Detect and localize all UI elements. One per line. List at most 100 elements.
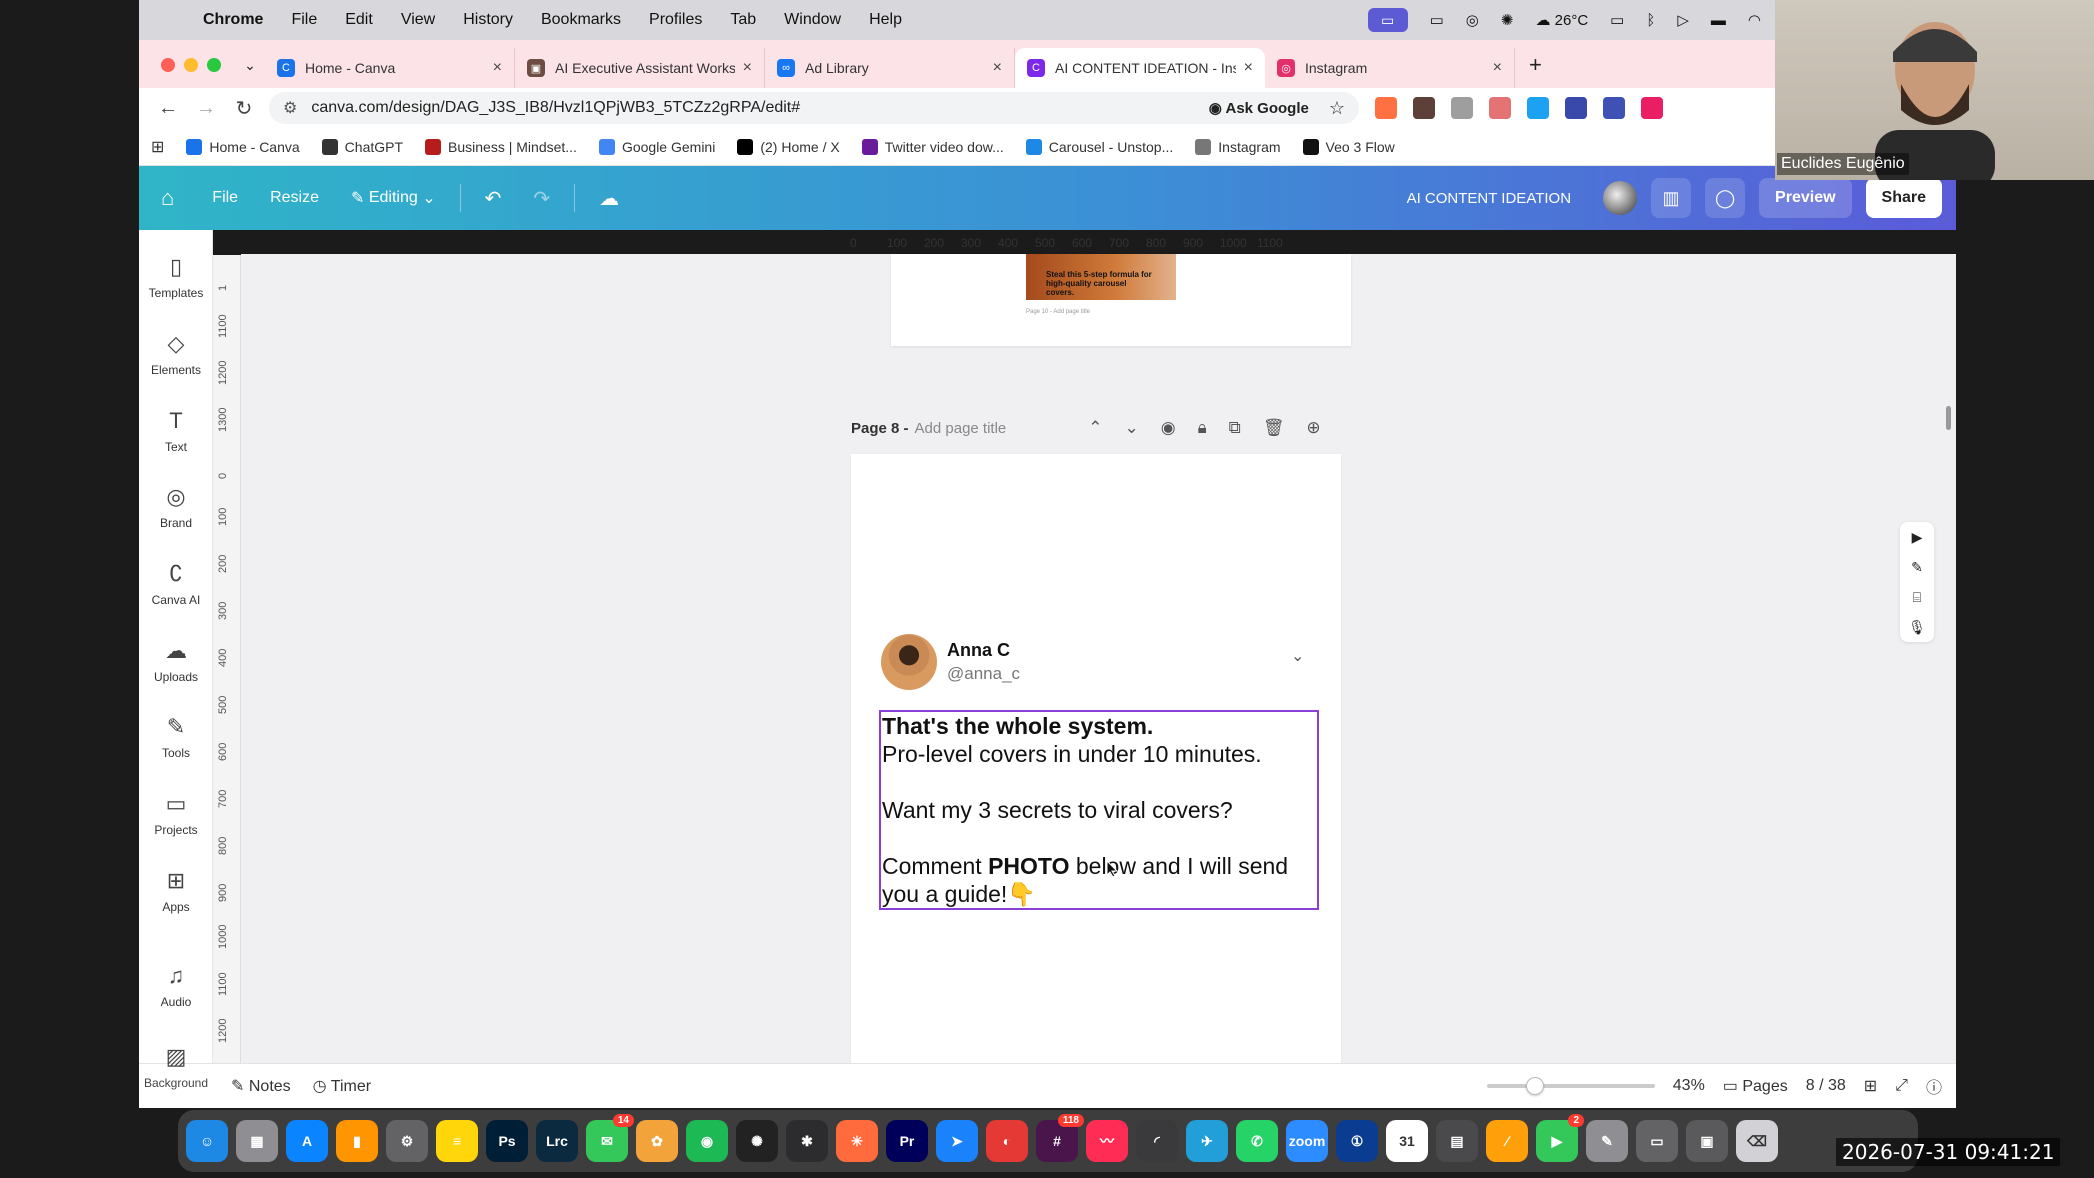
menu-profiles[interactable]: Profiles: [635, 11, 716, 29]
menu-bookmarks[interactable]: Bookmarks: [527, 11, 635, 29]
tab-ai-content-ideation[interactable]: C AI CONTENT IDEATION - Inst ×: [1015, 48, 1265, 88]
preview-button[interactable]: Preview: [1759, 178, 1852, 218]
zoom-slider-handle[interactable]: [1526, 1077, 1545, 1095]
dock-app-icon[interactable]: ✉ 14: [586, 1114, 634, 1162]
translate-icon[interactable]: ⌸: [1913, 589, 1921, 606]
menu-view[interactable]: View: [387, 11, 449, 29]
dock-app-icon[interactable]: ✳: [836, 1120, 878, 1162]
dock-app-icon[interactable]: zoom: [1286, 1120, 1328, 1162]
zoom-slider[interactable]: [1486, 1077, 1655, 1095]
add-page-icon[interactable]: ⊕: [1306, 418, 1320, 438]
share-button[interactable]: Share: [1865, 178, 1942, 218]
monitor-icon[interactable]: ▭: [1610, 11, 1624, 29]
dock-app-icon[interactable]: ⚙: [386, 1120, 428, 1162]
menu-history[interactable]: History: [449, 11, 527, 29]
comment-icon[interactable]: ◯: [1705, 178, 1746, 218]
dock-app-icon[interactable]: ✺: [736, 1120, 778, 1162]
close-window-button[interactable]: [161, 58, 175, 72]
sidebar-item-background[interactable]: ▨ Background: [139, 1044, 213, 1090]
tab-home-canva[interactable]: C Home - Canva ×: [265, 48, 515, 88]
dock-app-icon[interactable]: Pr: [886, 1120, 928, 1162]
apps-grid-icon[interactable]: ⊞: [151, 137, 164, 157]
battery-icon[interactable]: ▬: [1711, 12, 1726, 29]
page-count[interactable]: 8 / 38: [1806, 1077, 1846, 1095]
design-canvas[interactable]: Steal this 5-step formula for high-quali…: [241, 254, 1956, 1063]
undo-icon[interactable]: ↶: [469, 186, 518, 211]
extension-icon[interactable]: [1641, 97, 1663, 119]
weather-widget[interactable]: ☁ 26°C: [1535, 11, 1588, 29]
menu-help[interactable]: Help: [855, 11, 916, 29]
zoom-level[interactable]: 43%: [1673, 1077, 1705, 1095]
sidebar-item-apps[interactable]: ⊞ Apps: [139, 868, 213, 914]
menu-tab[interactable]: Tab: [716, 11, 770, 29]
bookmark-chatgpt[interactable]: ChatGPT: [321, 138, 403, 155]
dock-app-icon[interactable]: ∕: [1486, 1120, 1528, 1162]
reload-icon[interactable]: ↻: [225, 96, 263, 121]
dock-app-icon[interactable]: Ps: [486, 1120, 528, 1162]
bookmark-home-canva[interactable]: Home - Canva: [186, 138, 300, 155]
bookmark-google-gemini[interactable]: Google Gemini: [598, 138, 715, 155]
hide-page-icon[interactable]: ◉: [1161, 418, 1176, 438]
bookmark-home-x[interactable]: (2) Home / X: [737, 138, 840, 155]
dock-app-icon[interactable]: ➤: [936, 1120, 978, 1162]
dock-app-icon[interactable]: A: [286, 1120, 328, 1162]
hurricane-icon[interactable]: ✺: [1501, 11, 1514, 29]
site-settings-icon[interactable]: ⚙: [283, 98, 297, 118]
address-bar[interactable]: ⚙ canva.com/design/DAG_J3S_IB8/Hvzl1QPjW…: [269, 92, 1359, 124]
sidebar-item-templates[interactable]: ▯ Templates: [139, 254, 213, 300]
dock-app-icon[interactable]: ⌫: [1736, 1120, 1778, 1162]
bookmark-carousel[interactable]: Carousel - Unstop...: [1025, 138, 1173, 155]
tweet-author-name[interactable]: Anna C: [947, 640, 1010, 661]
dock-app-icon[interactable]: ①: [1336, 1120, 1378, 1162]
dock-app-icon[interactable]: ◐: [986, 1120, 1028, 1162]
cloud-saved-icon[interactable]: ☁: [583, 186, 635, 211]
menu-file[interactable]: File: [277, 11, 331, 29]
lock-page-icon[interactable]: 🔒︎: [1198, 418, 1207, 438]
menu-app-chrome[interactable]: Chrome: [189, 11, 277, 29]
wifi-icon[interactable]: ◠: [1748, 11, 1761, 29]
dock-app-icon[interactable]: ▣: [1686, 1120, 1728, 1162]
redo-icon[interactable]: ↷: [517, 186, 566, 211]
bookmark-veo3-flow[interactable]: Veo 3 Flow: [1302, 138, 1395, 155]
minimize-window-button[interactable]: [184, 58, 198, 72]
dock-app-icon[interactable]: #118: [1036, 1114, 1084, 1162]
page-8-artboard[interactable]: Anna C @anna_c ⌄ That's the whole system…: [851, 454, 1341, 1063]
dock-app-icon[interactable]: ◉: [686, 1120, 728, 1162]
dock-app-icon[interactable]: ✱: [786, 1120, 828, 1162]
close-tab-icon[interactable]: ×: [1493, 59, 1502, 77]
play-icon[interactable]: ▷: [1677, 11, 1689, 29]
extension-icon[interactable]: [1603, 97, 1625, 119]
tweet-author-handle[interactable]: @anna_c: [947, 664, 1020, 684]
pages-button[interactable]: ▭ Pages: [1723, 1076, 1788, 1096]
dock-app-icon[interactable]: ▤: [1436, 1120, 1478, 1162]
collaborator-avatar[interactable]: [1603, 181, 1638, 215]
forward-arrow-icon[interactable]: →: [187, 97, 225, 120]
bookmark-folder-instagram[interactable]: Instagram: [1195, 138, 1281, 155]
chevron-down-icon[interactable]: ⌄: [1291, 646, 1304, 666]
display-icon[interactable]: ▭: [1430, 11, 1444, 29]
dock-app-icon[interactable]: 〰: [1086, 1120, 1128, 1162]
present-play-icon[interactable]: ▶: [1912, 529, 1923, 546]
sidebar-item-audio[interactable]: ♫ Audio: [139, 963, 213, 1009]
dock-app-icon[interactable]: ✆: [1236, 1120, 1278, 1162]
dock-app-icon[interactable]: ≡: [436, 1120, 478, 1162]
close-tab-icon[interactable]: ×: [493, 59, 502, 77]
dock-app-icon[interactable]: ▭: [1636, 1120, 1678, 1162]
resize-button[interactable]: Resize: [254, 189, 335, 207]
extension-icon[interactable]: [1375, 97, 1397, 119]
design-title[interactable]: AI CONTENT IDEATION: [1407, 190, 1571, 207]
close-tab-icon[interactable]: ×: [743, 59, 752, 77]
home-icon[interactable]: ⌂: [139, 185, 196, 211]
zoom-window-button[interactable]: [207, 58, 221, 72]
move-page-up-icon[interactable]: ⌃: [1088, 418, 1102, 438]
dock-app-icon[interactable]: ▶ 2: [1536, 1114, 1584, 1162]
close-tab-icon[interactable]: ×: [993, 59, 1002, 77]
notes-button[interactable]: ✎ Notes: [231, 1076, 291, 1096]
timer-button[interactable]: ◷ Timer: [313, 1076, 371, 1096]
page-title-input[interactable]: Add page title: [915, 420, 1007, 437]
grid-view-icon[interactable]: ⊞: [1864, 1076, 1877, 1096]
magic-edit-icon[interactable]: ✎: [1911, 559, 1923, 576]
sidebar-item-projects[interactable]: ▭ Projects: [139, 791, 213, 837]
sidebar-item-canva-ai[interactable]: ∁ Canva AI: [139, 561, 213, 607]
sidebar-item-text[interactable]: T Text: [139, 408, 213, 454]
